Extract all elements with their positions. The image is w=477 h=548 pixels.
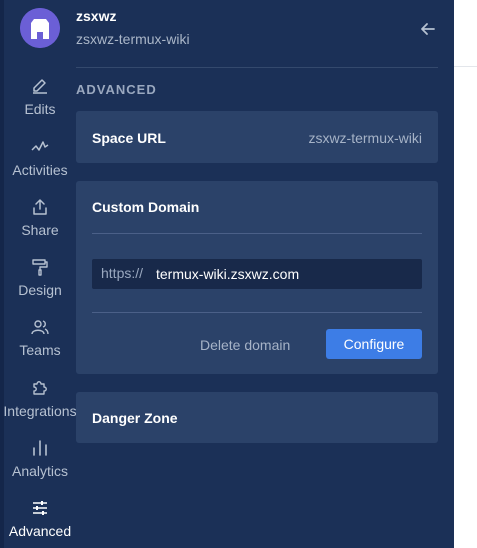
space-url-value: zsxwz-termux-wiki <box>308 130 422 146</box>
custom-domain-card: Custom Domain https:// Delete domain Con… <box>76 181 438 374</box>
pencil-icon <box>31 77 49 95</box>
sidebar-item-label: Edits <box>24 101 56 117</box>
space-url-card: Space URL zsxwz-termux-wiki <box>76 111 438 163</box>
users-icon <box>31 318 49 336</box>
sidebar-item-label: Advanced <box>8 523 72 539</box>
sliders-icon <box>31 499 49 517</box>
content-divider <box>454 66 477 67</box>
sidebar-item-teams[interactable]: Teams <box>0 318 80 374</box>
section-title: ADVANCED <box>76 82 157 97</box>
custom-domain-divider <box>92 312 422 313</box>
space-name: zsxwz <box>76 8 117 24</box>
domain-field: https:// <box>92 259 422 289</box>
sidebar-item-label: Share <box>21 222 59 238</box>
sidebar-item-integrations[interactable]: Integrations <box>0 379 80 435</box>
back-arrow-icon[interactable] <box>418 19 438 39</box>
content-background <box>454 0 477 548</box>
custom-domain-divider <box>92 233 422 234</box>
space-url-label: Space URL <box>92 130 166 146</box>
sidebar-item-label: Integrations <box>3 403 77 419</box>
delete-domain-button[interactable]: Delete domain <box>200 337 290 353</box>
sidebar-item-label: Teams <box>19 342 61 358</box>
sidebar-item-label: Design <box>18 282 62 298</box>
settings-panel: zsxwz zsxwz-termux-wiki Edits Activities… <box>0 0 454 548</box>
sidebar-item-edits[interactable]: Edits <box>0 77 80 133</box>
puzzle-icon <box>31 379 49 397</box>
sidebar-item-design[interactable]: Design <box>0 258 80 314</box>
danger-zone-card[interactable]: Danger Zone <box>76 392 438 443</box>
header-divider <box>76 67 438 68</box>
url-prefix: https:// <box>101 265 144 281</box>
sidebar-item-advanced[interactable]: Advanced <box>0 499 80 548</box>
space-avatar <box>20 8 60 48</box>
bar-chart-icon <box>31 439 49 457</box>
sidebar-item-activities[interactable]: Activities <box>0 138 80 194</box>
sidebar-item-label: Analytics <box>11 463 69 479</box>
domain-input[interactable] <box>152 259 422 289</box>
sidebar-item-share[interactable]: Share <box>0 198 80 254</box>
activity-icon <box>31 138 49 156</box>
share-icon <box>31 198 49 216</box>
sidebar-item-label: Activities <box>12 162 68 178</box>
space-slug: zsxwz-termux-wiki <box>76 31 190 47</box>
custom-domain-label: Custom Domain <box>92 199 200 215</box>
danger-zone-label: Danger Zone <box>92 410 178 426</box>
configure-button[interactable]: Configure <box>326 329 422 359</box>
sidebar-item-analytics[interactable]: Analytics <box>0 439 80 495</box>
paint-roller-icon <box>31 258 49 276</box>
